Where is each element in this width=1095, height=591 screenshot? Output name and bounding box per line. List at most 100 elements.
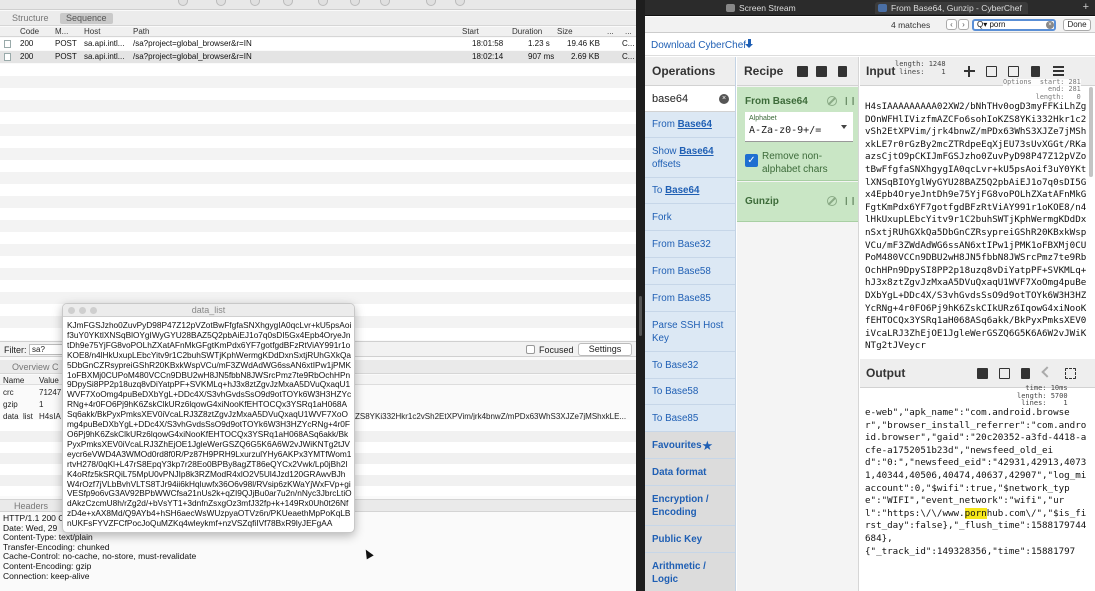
toolbar-icon[interactable] xyxy=(318,0,328,6)
settings-button[interactable]: Settings xyxy=(578,343,632,356)
filter-input[interactable]: sa? xyxy=(29,344,63,355)
operation-item[interactable]: To Base85 xyxy=(645,405,735,432)
download-icon[interactable] xyxy=(745,39,754,50)
tab-overview[interactable]: Overview xyxy=(12,362,50,372)
tab-structure[interactable]: Structure xyxy=(6,13,55,24)
operations-list: From Base64 Show Base64 offsets To Base64 F… xyxy=(645,112,735,591)
toolbar-icon[interactable] xyxy=(178,0,188,6)
find-prev-button[interactable]: ‹ xyxy=(946,19,957,30)
operation-item[interactable]: From Base32 xyxy=(645,231,735,258)
tab-label: From Base64, Gunzip - CyberChef xyxy=(891,3,1022,13)
col-size[interactable]: Size xyxy=(557,27,573,36)
window-titlebar[interactable]: data_list xyxy=(63,304,354,317)
input-scrollbar[interactable] xyxy=(1089,87,1093,177)
operation-item[interactable]: To Base32 xyxy=(645,352,735,379)
operation-item[interactable]: To Base58 xyxy=(645,379,735,405)
copy-output-icon[interactable] xyxy=(999,368,1010,379)
toolbar-icon[interactable] xyxy=(380,0,390,6)
alphabet-select[interactable]: Alphabet A-Za-z0-9+/= xyxy=(745,112,853,142)
col-duration[interactable]: Duration xyxy=(512,27,542,36)
row-method: POST xyxy=(55,52,77,61)
col-start[interactable]: Start xyxy=(462,27,479,36)
operation-item[interactable]: Fork xyxy=(645,204,735,231)
category-item[interactable]: Public Key xyxy=(645,526,735,553)
category-item[interactable]: Favourites ★ xyxy=(645,432,735,459)
operation-item[interactable]: From Base85 xyxy=(645,285,735,312)
tab-screen-stream[interactable]: Screen Stream xyxy=(723,2,796,14)
layout-icon[interactable] xyxy=(1053,66,1064,77)
operation-item[interactable]: Parse SSH Host Key xyxy=(645,312,735,352)
operation-item[interactable]: To Base64 xyxy=(645,178,735,204)
tab-cyberchef[interactable]: From Base64, Gunzip - CyberChef xyxy=(875,2,1028,14)
data-list-window[interactable]: data_list KJmFGSJzho0ZuvPyD98P47Z12pVZot… xyxy=(62,303,355,533)
row-duration: 907 ms xyxy=(528,52,555,61)
operation-label: From Base64 xyxy=(652,119,712,130)
tab-contents[interactable]: C xyxy=(52,362,59,372)
tab-headers[interactable]: Headers xyxy=(14,501,48,511)
row-start: 18:02:14 xyxy=(472,52,504,61)
operations-search[interactable]: base64 × xyxy=(645,86,735,112)
open-file-icon[interactable] xyxy=(1008,66,1019,77)
toolbar-icon[interactable] xyxy=(250,0,260,6)
new-tab-icon[interactable]: + xyxy=(1083,1,1089,13)
operation-item[interactable]: From Base58 xyxy=(645,258,735,285)
col-name[interactable]: Name xyxy=(3,376,24,385)
disable-icon[interactable] xyxy=(827,96,837,106)
maximize-icon[interactable] xyxy=(1065,368,1076,379)
tab-sequence[interactable]: Sequence xyxy=(60,13,113,24)
col-path[interactable]: Path xyxy=(133,27,149,36)
recipe-step-gunzip[interactable]: Gunzip ❙❙ xyxy=(737,182,858,222)
category-item[interactable]: Encryption / Encoding xyxy=(645,486,735,526)
pause-icon[interactable]: ❙❙ xyxy=(843,196,856,205)
save-icon[interactable] xyxy=(797,66,808,77)
table-row[interactable]: 200 POST sa.api.intl... /sa?project=glob… xyxy=(0,51,636,63)
operation-item[interactable]: From Base64 xyxy=(645,112,735,138)
clear-icon[interactable]: × xyxy=(1046,21,1054,29)
divider-grip[interactable] xyxy=(639,296,642,336)
toolbar-icon[interactable] xyxy=(283,0,293,6)
add-tab-icon[interactable] xyxy=(964,66,975,77)
category-item[interactable]: Data format xyxy=(645,459,735,486)
open-folder-icon[interactable] xyxy=(986,66,997,77)
table-row[interactable]: 200 POST sa.api.intl... /sa?project=glob… xyxy=(0,38,636,50)
trash-icon[interactable] xyxy=(838,66,847,77)
recipe-panel: Recipe From Base64 ❙❙ Alphabet A-Za-z0-9… xyxy=(737,57,859,591)
operation-label: To Base85 xyxy=(652,412,699,424)
recipe-step-from-base64[interactable]: From Base64 ❙❙ Alphabet A-Za-z0-9+/= ✓ R… xyxy=(737,87,858,181)
find-next-button[interactable]: › xyxy=(958,19,969,30)
toolbar-icon[interactable] xyxy=(216,0,226,6)
remove-nonalphabet-checkbox[interactable]: ✓ xyxy=(745,154,758,167)
row-path: /sa?project=global_browser&r=IN xyxy=(133,52,252,61)
download-link[interactable]: Download CyberChef xyxy=(651,40,746,51)
find-done-button[interactable]: Done xyxy=(1063,19,1091,31)
col-more[interactable]: ... xyxy=(607,27,614,36)
col-host[interactable]: Host xyxy=(84,27,100,36)
col-more[interactable]: ... xyxy=(625,27,632,36)
toolbar-icon[interactable] xyxy=(455,0,465,6)
data-list-text[interactable]: KJmFGSJzho0ZuvPyD98P47Z12pVZotBwFfgfaSNX… xyxy=(65,317,354,532)
col-value[interactable]: Value xyxy=(39,376,59,385)
category-item[interactable]: Arithmetic / Logic xyxy=(645,553,735,591)
find-input[interactable]: Q▾ porn xyxy=(972,19,1056,31)
operation-label: Show Base64 offsets xyxy=(652,145,714,170)
focused-checkbox[interactable] xyxy=(526,345,535,354)
input-textarea[interactable]: H4sIAAAAAAAAA02XW2/bNhTHv0ogD3myFFKiLhZg… xyxy=(865,101,1089,357)
view-tabs: Structure Sequence xyxy=(0,11,636,26)
col-code[interactable]: Code xyxy=(20,27,39,36)
star-icon: ★ xyxy=(701,437,714,453)
col-method[interactable]: M... xyxy=(55,27,68,36)
clear-search-icon[interactable]: × xyxy=(719,94,729,104)
toolbar-icon[interactable] xyxy=(426,0,436,6)
replace-input-icon[interactable] xyxy=(1021,368,1030,379)
disable-icon[interactable] xyxy=(827,196,837,206)
pause-icon[interactable]: ❙❙ xyxy=(843,96,856,105)
operation-item[interactable]: Show Base64 offsets xyxy=(645,138,735,178)
save-output-icon[interactable] xyxy=(977,368,988,379)
operation-label: From Base58 xyxy=(652,265,711,277)
undo-icon[interactable] xyxy=(1041,366,1053,378)
clear-input-icon[interactable] xyxy=(1031,66,1040,77)
folder-icon[interactable] xyxy=(816,66,827,77)
output-text[interactable]: e-web","apk_name":"com.android.browser",… xyxy=(865,407,1089,591)
toolbar-icon[interactable] xyxy=(350,0,360,6)
split-divider[interactable] xyxy=(636,0,645,591)
